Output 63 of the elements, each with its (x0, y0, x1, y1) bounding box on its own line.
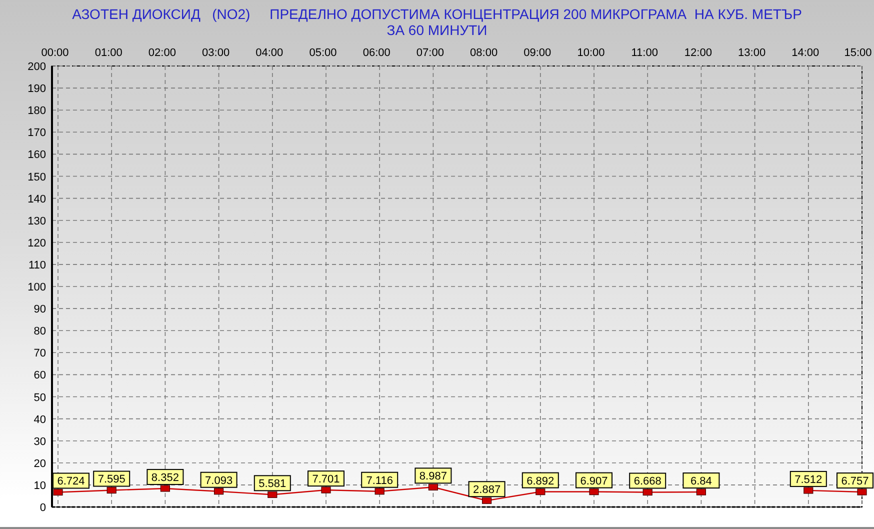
axis-label: 02:00 (148, 46, 176, 59)
data-point (804, 486, 814, 494)
data-point (589, 488, 599, 495)
data-label: 8.987 (414, 467, 452, 484)
data-label: 6.892 (522, 472, 559, 488)
axis-label: 140 (28, 193, 46, 206)
axis-label: 08:00 (470, 46, 498, 59)
data-label: 5.581 (254, 474, 291, 491)
data-point (536, 488, 546, 495)
axis-label: 30 (34, 436, 46, 448)
axis-label: 70 (34, 347, 46, 360)
axis-label: 07:00 (416, 46, 444, 59)
axis-label: 09:00 (524, 46, 552, 59)
axis-label: 80 (34, 325, 46, 338)
data-label: 7.093 (200, 472, 238, 488)
axis-label: 05:00 (309, 46, 337, 59)
axis-label: 04:00 (256, 46, 284, 59)
chart-title: ЗА 60 МИНУТИ (386, 22, 488, 38)
data-point (214, 488, 224, 494)
data-point (696, 488, 706, 496)
data-point (321, 486, 331, 494)
data-point (160, 484, 170, 492)
axis-label: 03:00 (202, 46, 230, 59)
axis-label: 170 (28, 126, 46, 139)
data-label: 7.701 (308, 470, 344, 486)
axis-label: 00:00 (41, 46, 69, 59)
axis-label: 110 (28, 259, 46, 272)
axis-label: 14:00 (792, 46, 820, 59)
data-label: 7.512 (790, 470, 827, 487)
data-label: 6.724 (52, 472, 90, 488)
data-label: 7.116 (361, 472, 398, 488)
axis-label: 150 (28, 170, 46, 183)
data-label: 2.887 (468, 480, 506, 497)
axis-label: 60 (34, 369, 46, 382)
axis-label: 100 (28, 281, 46, 294)
axis-label: 200 (28, 60, 46, 73)
axis-label: 180 (28, 104, 46, 117)
axis-label: 06:00 (362, 46, 390, 59)
axis-label: 0 (40, 502, 46, 514)
data-label: 7.595 (93, 470, 130, 486)
axis-label: 10 (34, 480, 46, 492)
axis-label: 40 (34, 414, 46, 426)
data-label: 6.668 (629, 472, 666, 488)
axis-label: 10:00 (577, 46, 605, 59)
data-label: 6.84 (682, 472, 720, 488)
axis-label: 11:00 (631, 46, 658, 59)
axis-label: 130 (28, 215, 46, 228)
data-label: 6.757 (836, 472, 874, 488)
axis-label: 12:00 (684, 46, 712, 59)
axis-label: 50 (34, 391, 46, 404)
axis-label: 120 (28, 237, 46, 250)
data-label: 8.352 (146, 468, 184, 485)
axis-label: 90 (34, 303, 46, 316)
axis-label: 160 (28, 148, 46, 161)
axis-label: 190 (28, 82, 46, 95)
axis-label: 13:00 (738, 46, 766, 59)
chart-title: АЗОТЕН ДИОКСИД (NO2) ПРЕДЕЛНО ДОПУСТИМА КОНЦЕНТРАЦИЯ 200 МИКРОГРАМА НА КУБ. МЕТЪР (72, 6, 802, 22)
axis-label: 20 (34, 458, 46, 470)
data-label: 6.907 (576, 472, 612, 488)
axis-label: 15:00 (844, 46, 872, 59)
data-point (374, 488, 384, 494)
data-point (857, 488, 867, 496)
axis-label: 01:00 (94, 46, 122, 59)
